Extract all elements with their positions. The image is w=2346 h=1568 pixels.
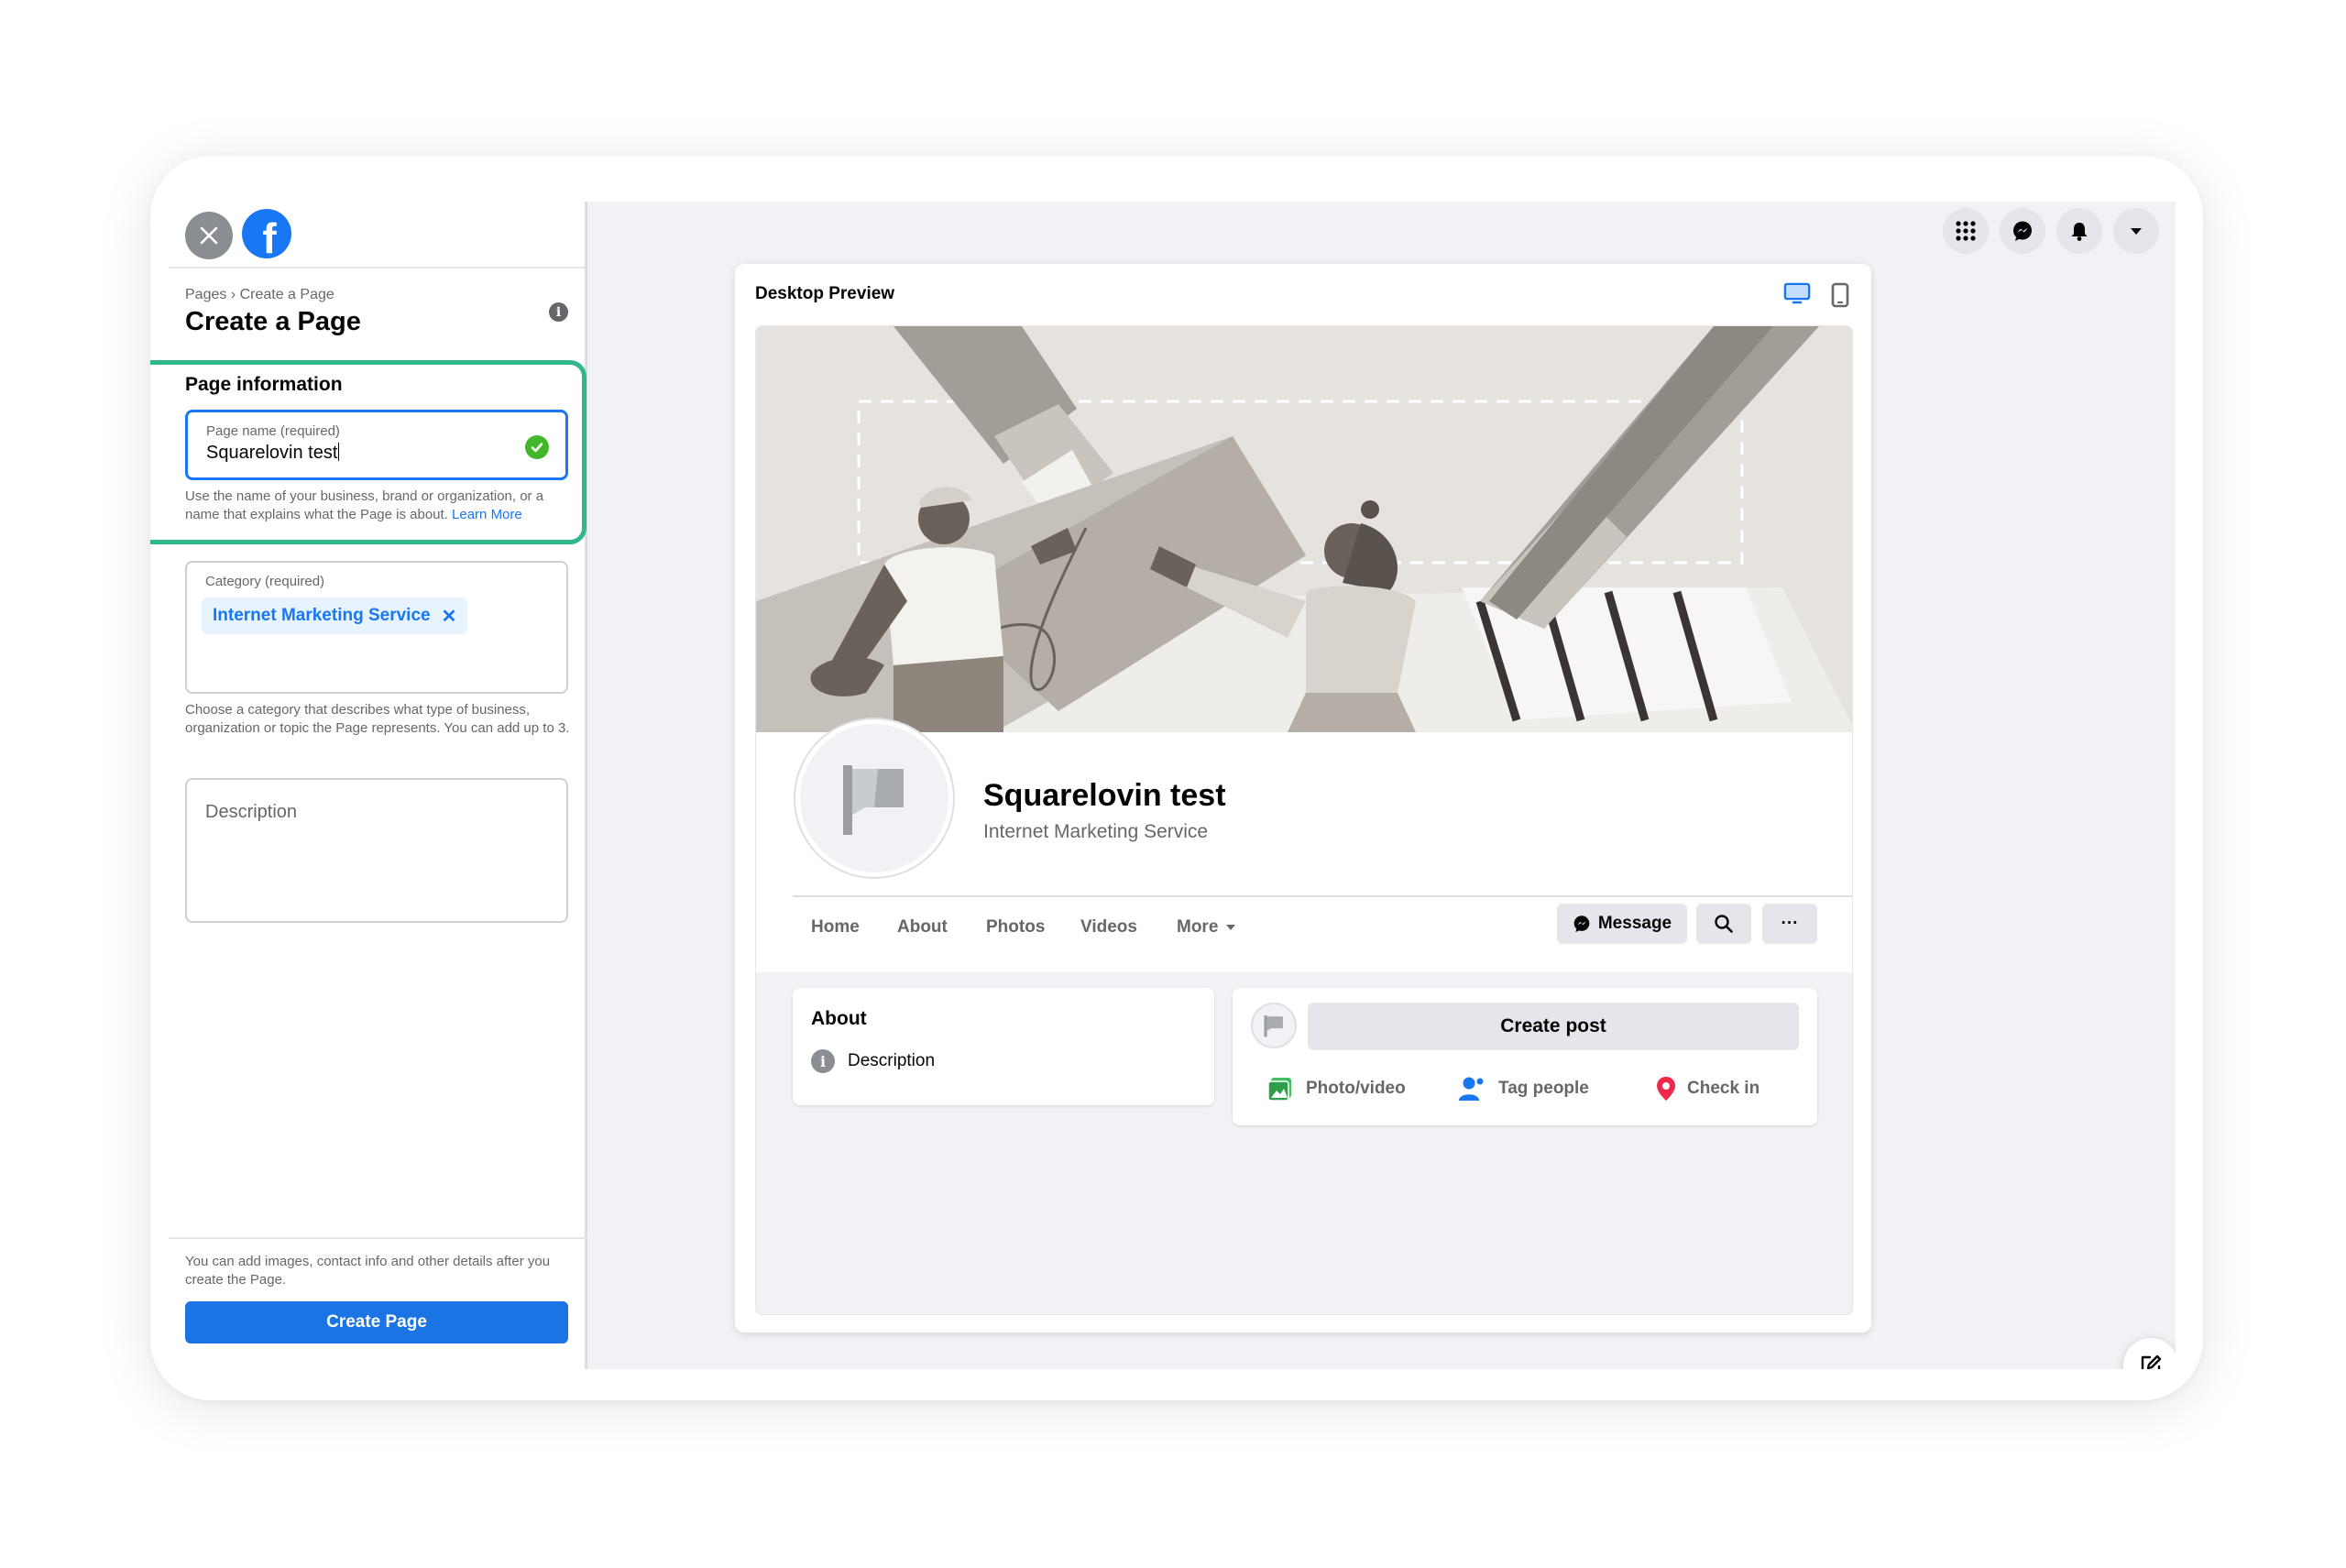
page-preview: Squarelovin test Internet Marketing Serv… — [755, 325, 1853, 1315]
category-chip-label: Internet Marketing Service — [213, 606, 431, 625]
tab-home[interactable]: Home — [811, 917, 860, 938]
facebook-logo-icon[interactable]: f — [242, 209, 291, 259]
edit-icon — [2141, 1354, 2162, 1369]
window-frame: f Pages › Create a Page Create a Page i … — [150, 156, 2203, 1400]
page-name-field[interactable]: Page name (required) Squarelovin test — [185, 410, 568, 480]
message-label: Message — [1597, 914, 1672, 933]
section-title: Page information — [185, 374, 343, 395]
messenger-icon — [1573, 916, 1590, 933]
desktop-view-button[interactable] — [1783, 282, 1811, 311]
learn-more-link[interactable]: Learn More — [452, 507, 522, 522]
menu-grid-icon — [1956, 221, 1976, 241]
page-title: Create a Page — [185, 307, 361, 336]
sidebar-header: f — [169, 202, 585, 269]
mobile-view-button[interactable] — [1831, 282, 1849, 313]
flag-icon — [843, 765, 904, 835]
tag-people-icon — [1459, 1077, 1484, 1101]
tab-photos[interactable]: Photos — [986, 917, 1045, 938]
category-label: Category (required) — [205, 574, 325, 589]
search-button[interactable] — [1696, 904, 1751, 944]
menu-button[interactable] — [1943, 208, 1989, 254]
tag-people-button[interactable]: Tag people — [1458, 1076, 1589, 1102]
remove-category-icon[interactable]: ✕ — [442, 605, 457, 628]
desktop-icon — [1783, 282, 1811, 304]
tag-people-label: Tag people — [1498, 1079, 1589, 1098]
about-title: About — [811, 1008, 867, 1029]
divider — [793, 895, 1852, 897]
close-button[interactable] — [185, 212, 233, 259]
notifications-button[interactable] — [2056, 208, 2102, 254]
cover-illustration — [756, 326, 1852, 732]
about-card: About i Description — [793, 988, 1214, 1105]
tab-more-label: More — [1177, 917, 1219, 937]
create-page-button[interactable]: Create Page — [185, 1301, 568, 1343]
category-help: Choose a category that describes what ty… — [185, 702, 570, 736]
create-page-sidebar: f Pages › Create a Page Create a Page i … — [169, 202, 587, 1369]
check-icon — [525, 435, 549, 459]
about-description: Description — [848, 1051, 936, 1070]
about-description-row: i Description — [811, 1049, 935, 1073]
breadcrumb: Pages › Create a Page — [185, 287, 334, 302]
mobile-icon — [1831, 282, 1849, 308]
caret-down-icon — [1226, 925, 1236, 930]
preview-page-category: Internet Marketing Service — [983, 821, 1209, 842]
page-header: Squarelovin test Internet Marketing Serv… — [756, 719, 1852, 972]
info-icon: i — [811, 1049, 835, 1073]
photo-video-button[interactable]: Photo/video — [1267, 1076, 1406, 1102]
check-in-button[interactable]: Check in — [1656, 1076, 1760, 1102]
sidebar-footer: You can add images, contact info and oth… — [169, 1237, 587, 1369]
more-options-button[interactable]: ··· — [1762, 904, 1817, 944]
cover-photo — [756, 326, 1852, 732]
check-in-label: Check in — [1687, 1079, 1760, 1098]
compose-button[interactable] — [2123, 1338, 2176, 1369]
photo-icon — [1267, 1078, 1291, 1102]
messenger-icon — [2013, 221, 2032, 241]
preview-title: Desktop Preview — [755, 284, 895, 303]
bell-icon — [2071, 223, 2088, 241]
page-name-help: Use the name of your business, brand or … — [185, 488, 575, 524]
photo-video-label: Photo/video — [1306, 1079, 1406, 1098]
search-icon — [1715, 915, 1733, 933]
location-pin-icon — [1657, 1077, 1675, 1101]
account-menu-button[interactable] — [2113, 208, 2159, 254]
caret-down-icon — [2131, 228, 2142, 235]
info-icon[interactable]: i — [549, 302, 568, 322]
tab-more[interactable]: More — [1177, 917, 1236, 938]
create-post-button[interactable]: Create post — [1308, 1003, 1799, 1050]
profile-picture[interactable] — [795, 719, 953, 877]
create-post-card: Create post Photo/video Tag people Check… — [1233, 988, 1817, 1125]
page-name-input[interactable]: Squarelovin test — [206, 443, 339, 464]
messenger-button[interactable] — [2000, 208, 2045, 254]
page-name-label: Page name (required) — [206, 423, 340, 439]
message-button[interactable]: Message — [1557, 904, 1687, 944]
category-field[interactable]: Category (required) Internet Marketing S… — [185, 561, 568, 694]
flag-icon — [1264, 1014, 1283, 1037]
desktop-preview-card: Desktop Preview Squarelovin test Interne… — [735, 264, 1871, 1332]
close-icon — [200, 226, 218, 245]
tab-videos[interactable]: Videos — [1080, 917, 1137, 938]
category-chip[interactable]: Internet Marketing Service ✕ — [202, 598, 468, 634]
description-placeholder: Description — [205, 802, 298, 822]
preview-page-name: Squarelovin test — [983, 778, 1226, 813]
tab-about[interactable]: About — [897, 917, 948, 938]
app-area: f Pages › Create a Page Create a Page i … — [169, 202, 2176, 1369]
post-avatar — [1251, 1003, 1297, 1048]
footer-note: You can add images, contact info and oth… — [185, 1254, 551, 1288]
description-field[interactable]: Description — [185, 778, 568, 923]
